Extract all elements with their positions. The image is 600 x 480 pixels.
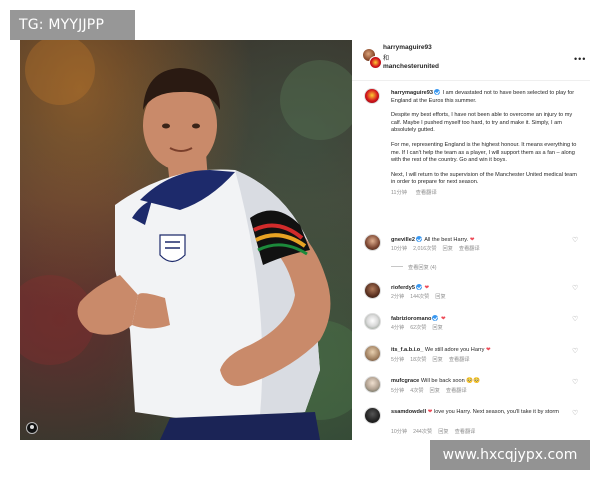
post-photo[interactable] [20, 40, 352, 440]
post-details-panel: harrymaguire93 和 manchesterunited ••• ha… [352, 40, 590, 440]
comment-item: its_f.a.b.i.o_ We still adore you Harry … [364, 345, 582, 371]
caption-paragraph: Next, I will return to the supervision o… [391, 171, 577, 186]
comment-username[interactable]: gneville2 [391, 237, 415, 243]
red-heart-emoji: ❤ [440, 316, 446, 322]
comment-text: All the best Harry. [424, 237, 469, 243]
comment-meta: 5分钟 4次赞 回复 查看翻译 [391, 387, 473, 394]
comment-likes[interactable]: 244次赞 [413, 429, 432, 435]
comment-username[interactable]: ssamdowdell [391, 409, 426, 415]
comment-time: 10分钟 [391, 429, 408, 435]
verified-badge-icon [415, 236, 422, 242]
comment-item: gneville2 All the best Harry. ❤ 10分钟 2,01… [364, 234, 582, 260]
avatar[interactable] [364, 88, 380, 104]
see-translation-link[interactable]: 查看翻译 [449, 357, 470, 363]
like-heart-icon[interactable]: ♡ [572, 236, 578, 244]
red-heart-emoji: ❤ [427, 409, 433, 415]
reply-link[interactable]: 回复 [430, 388, 440, 394]
comment-text: love you Harry. Next season, you'll take… [433, 409, 559, 415]
like-heart-icon[interactable]: ♡ [572, 347, 578, 355]
reply-link[interactable]: 回复 [432, 357, 442, 363]
comment-username[interactable]: mufcgrace [391, 378, 419, 384]
divider [352, 80, 590, 81]
verified-badge-icon [432, 315, 439, 321]
like-heart-icon[interactable]: ♡ [572, 378, 578, 386]
more-horizontal-icon[interactable]: ••• [574, 54, 586, 64]
watermark-top: TG: MYYJJPP [10, 10, 135, 40]
avatar [369, 56, 382, 69]
comment-meta: 10分钟 244次赞 回复 查看翻译 [391, 428, 481, 435]
comment-time: 10分钟 [391, 246, 408, 252]
see-translation-link[interactable]: 查看翻译 [455, 429, 476, 435]
comment-username[interactable]: its_f.a.b.i.o_ [391, 347, 423, 353]
comment-username[interactable]: fabrizioromano [391, 316, 431, 322]
reply-link[interactable]: 回复 [438, 429, 448, 435]
view-replies-label: 查看回复 (4) [408, 265, 437, 271]
divider [391, 266, 403, 267]
view-replies-link[interactable]: 查看回复 (4) [391, 264, 437, 271]
comment-item: rioferdy5 ❤ 2分钟 144次赞 回复 ♡ [364, 282, 582, 308]
comment-text: Will be back soon 🥺🥺 [420, 378, 481, 384]
red-heart-emoji: ❤ [486, 347, 491, 353]
reply-link[interactable]: 回复 [443, 246, 453, 252]
see-translation-link[interactable]: 查看翻译 [446, 388, 467, 394]
comment-likes[interactable]: 4次赞 [410, 388, 423, 394]
header-conjunction: 和 [383, 56, 390, 62]
comment-likes[interactable]: 2,016次赞 [413, 246, 436, 252]
like-heart-icon[interactable]: ♡ [572, 315, 578, 323]
comment-time: 2分钟 [391, 294, 405, 300]
like-heart-icon[interactable]: ♡ [572, 284, 578, 292]
caption-meta: 11分钟 查看翻译 [391, 190, 579, 198]
caption-time: 11分钟 [391, 189, 408, 196]
red-heart-emoji: ❤ [469, 237, 475, 243]
avatar[interactable] [364, 282, 381, 299]
comment-meta: 2分钟 144次赞 回复 [391, 293, 452, 300]
comment-item: mufcgrace Will be back soon 🥺🥺 5分钟 4次赞 回复查… [364, 376, 582, 402]
comment-time: 4分钟 [391, 325, 405, 331]
comment-item: ssamdowdell ❤ love you Harry. Next seaso… [364, 407, 582, 437]
avatar[interactable] [364, 234, 381, 251]
header-username-2[interactable]: manchesterunited [383, 63, 439, 70]
avatar[interactable] [364, 376, 381, 393]
caption-paragraph: Despite my best efforts, I have not been… [391, 112, 573, 134]
watermark-bottom: www.hxcqjypx.com [430, 440, 590, 470]
player-photo-illustration [20, 40, 352, 440]
see-translation-link[interactable]: 查看翻译 [416, 190, 437, 196]
see-translation-link[interactable]: 查看翻译 [459, 246, 480, 252]
comment-item: fabrizioromano ❤ 4分钟 62次赞 回复 ♡ [364, 313, 582, 339]
comment-meta: 10分钟 2,016次赞 回复 查看翻译 [391, 245, 486, 252]
comment-time: 5分钟 [391, 388, 405, 394]
reply-link[interactable]: 回复 [432, 325, 442, 331]
collab-avatars[interactable] [362, 48, 384, 70]
caption-username[interactable]: harrymaguire93 [391, 90, 433, 96]
comment-meta: 5分钟 18次赞 回复 查看翻译 [391, 356, 476, 363]
verified-badge-icon [433, 89, 440, 95]
comment-username[interactable]: rioferdy5 [391, 285, 415, 291]
header-username-1[interactable]: harrymaguire93 [383, 44, 432, 51]
comment-likes[interactable]: 18次赞 [410, 357, 426, 363]
comment-likes[interactable]: 62次赞 [410, 325, 426, 331]
post-header: harrymaguire93 和 manchesterunited ••• [362, 44, 585, 78]
caption-paragraph: For me, representing England is the high… [391, 141, 577, 164]
user-tag-icon[interactable] [26, 422, 38, 434]
reply-link[interactable]: 回复 [435, 294, 445, 300]
avatar[interactable] [364, 313, 381, 330]
red-heart-emoji: ❤ [424, 285, 430, 291]
avatar[interactable] [364, 345, 381, 362]
verified-badge-icon [415, 284, 422, 290]
avatar[interactable] [364, 407, 381, 424]
comment-text: We still adore you Harry [424, 347, 485, 353]
comment-likes[interactable]: 144次赞 [410, 294, 429, 300]
like-heart-icon[interactable]: ♡ [572, 409, 578, 417]
comment-meta: 4分钟 62次赞 回复 [391, 324, 449, 331]
comment-time: 5分钟 [391, 357, 405, 363]
